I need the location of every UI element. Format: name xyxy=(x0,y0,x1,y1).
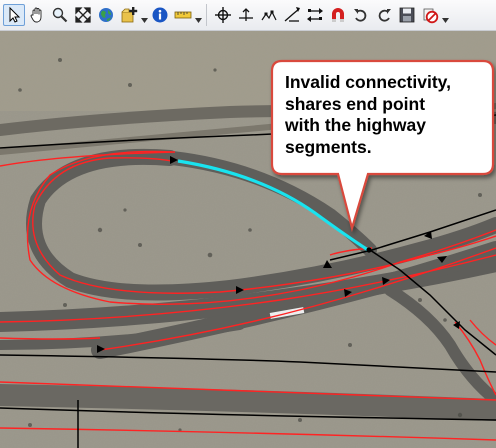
measure-ruler-icon[interactable] xyxy=(172,4,194,26)
identify-info-icon[interactable] xyxy=(149,4,171,26)
callout-text: Invalid connectivity, shares end point w… xyxy=(285,72,451,157)
zoom-icon[interactable] xyxy=(49,4,71,26)
toolbar-separator xyxy=(206,4,207,26)
stop-editing-dropdown-icon[interactable] xyxy=(441,4,450,26)
select-arrow-icon[interactable] xyxy=(3,4,25,26)
add-data-dropdown-icon[interactable] xyxy=(140,4,149,26)
flip-icon[interactable] xyxy=(304,4,326,26)
globe-icon[interactable] xyxy=(95,4,117,26)
pan-hand-icon[interactable] xyxy=(26,4,48,26)
measure-dropdown-icon[interactable] xyxy=(194,4,203,26)
reshape-icon[interactable] xyxy=(281,4,303,26)
shared-endpoint[interactable] xyxy=(366,247,372,253)
save-icon[interactable] xyxy=(396,4,418,26)
split-tool-icon[interactable] xyxy=(235,4,257,26)
undo-icon[interactable] xyxy=(350,4,372,26)
redo-icon[interactable] xyxy=(373,4,395,26)
stop-editing-icon[interactable] xyxy=(419,4,441,26)
magnet-snapping-icon[interactable] xyxy=(327,4,349,26)
editor-toolbar xyxy=(0,0,496,31)
snap-crosshair-icon[interactable] xyxy=(212,4,234,26)
add-data-icon[interactable] xyxy=(118,4,140,26)
vertex-edit-icon[interactable] xyxy=(258,4,280,26)
full-extent-icon[interactable] xyxy=(72,4,94,26)
